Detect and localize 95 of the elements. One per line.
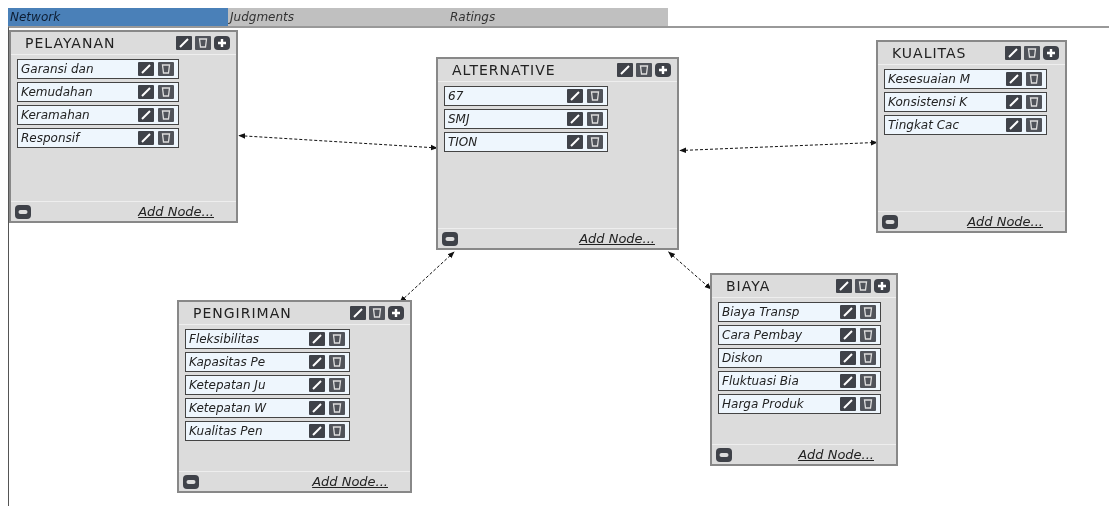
pencil-icon[interactable] <box>567 89 583 103</box>
trash-icon[interactable] <box>587 89 603 103</box>
pencil-icon[interactable] <box>309 355 325 369</box>
trash-icon[interactable] <box>369 306 385 320</box>
pencil-icon[interactable] <box>567 112 583 126</box>
tab[interactable]: Judgments <box>228 8 448 26</box>
trash-icon[interactable] <box>158 131 174 145</box>
link-arrow <box>668 251 712 290</box>
trash-icon[interactable] <box>329 424 345 438</box>
trash-icon[interactable] <box>636 63 652 77</box>
pencil-icon[interactable] <box>309 424 325 438</box>
pencil-icon[interactable] <box>1005 46 1021 60</box>
trash-icon[interactable] <box>195 36 211 50</box>
pencil-icon[interactable] <box>840 305 856 319</box>
trash-icon[interactable] <box>860 328 876 342</box>
pencil-icon[interactable] <box>840 351 856 365</box>
tab[interactable]: Ratings <box>448 8 668 26</box>
collapse-icon[interactable] <box>15 204 31 219</box>
add-node-link[interactable]: Add Node... <box>312 474 388 489</box>
trash-icon[interactable] <box>329 332 345 346</box>
pencil-icon[interactable] <box>840 328 856 342</box>
pencil-icon[interactable] <box>176 36 192 50</box>
pencil-icon[interactable] <box>309 332 325 346</box>
pencil-icon[interactable] <box>309 378 325 392</box>
node-item[interactable]: Konsistensi K <box>884 92 1047 112</box>
add-node-link[interactable]: Add Node... <box>579 231 655 246</box>
collapse-icon[interactable] <box>183 474 199 489</box>
node-item[interactable]: Cara Pembay <box>718 325 881 345</box>
trash-icon[interactable] <box>860 305 876 319</box>
node-item[interactable]: Ketepatan W <box>185 398 350 418</box>
plus-icon[interactable] <box>655 63 671 77</box>
trash-icon[interactable] <box>1026 95 1042 109</box>
pencil-icon[interactable] <box>1006 118 1022 132</box>
collapse-icon[interactable] <box>442 231 458 246</box>
plus-icon[interactable] <box>874 279 890 293</box>
node-item[interactable]: Kemudahan <box>17 82 179 102</box>
cluster-title: PELAYANAN <box>25 35 116 51</box>
node-item[interactable]: Tingkat Cac <box>884 115 1047 135</box>
node-item[interactable]: TION <box>444 132 608 152</box>
trash-icon[interactable] <box>860 374 876 388</box>
node-item[interactable]: Garansi dan <box>17 59 179 79</box>
pencil-icon[interactable] <box>138 62 154 76</box>
trash-icon[interactable] <box>860 397 876 411</box>
cluster-title: ALTERNATIVE <box>452 62 556 78</box>
pencil-icon[interactable] <box>1006 72 1022 86</box>
link-arrow <box>399 251 455 303</box>
tab[interactable]: Network <box>8 8 228 26</box>
pencil-icon[interactable] <box>1006 95 1022 109</box>
node-item[interactable]: Fleksibilitas <box>185 329 350 349</box>
add-node-link[interactable]: Add Node... <box>967 214 1043 229</box>
trash-icon[interactable] <box>329 401 345 415</box>
node-item[interactable]: Responsif <box>17 128 179 148</box>
pencil-icon[interactable] <box>617 63 633 77</box>
node-item[interactable]: Kapasitas Pe <box>185 352 350 372</box>
plus-icon[interactable] <box>214 36 230 50</box>
pencil-icon[interactable] <box>840 397 856 411</box>
plus-icon[interactable] <box>1043 46 1059 60</box>
pencil-icon[interactable] <box>350 306 366 320</box>
node-item[interactable]: Kesesuaian M <box>884 69 1047 89</box>
trash-icon[interactable] <box>1026 118 1042 132</box>
node-item[interactable]: Harga Produk <box>718 394 881 414</box>
trash-icon[interactable] <box>329 355 345 369</box>
trash-icon[interactable] <box>329 378 345 392</box>
pencil-icon[interactable] <box>138 108 154 122</box>
add-node-link[interactable]: Add Node... <box>138 204 214 219</box>
collapse-icon[interactable] <box>716 447 732 462</box>
node-item[interactable]: 67 <box>444 86 608 106</box>
node-item[interactable]: Ketepatan Ju <box>185 375 350 395</box>
node-item[interactable]: Fluktuasi Bia <box>718 371 881 391</box>
node-item[interactable]: Keramahan <box>17 105 179 125</box>
pencil-icon[interactable] <box>567 135 583 149</box>
cluster-title: PENGIRIMAN <box>193 305 292 321</box>
pencil-icon[interactable] <box>309 401 325 415</box>
pencil-icon[interactable] <box>138 131 154 145</box>
pencil-icon[interactable] <box>138 85 154 99</box>
trash-icon[interactable] <box>860 351 876 365</box>
trash-icon[interactable] <box>158 85 174 99</box>
node-item[interactable]: Biaya Transp <box>718 302 881 322</box>
trash-icon[interactable] <box>158 108 174 122</box>
pencil-icon[interactable] <box>836 279 852 293</box>
cluster-title: KUALITAS <box>892 45 967 61</box>
node-item[interactable]: Diskon <box>718 348 881 368</box>
plus-icon[interactable] <box>388 306 404 320</box>
add-node-link[interactable]: Add Node... <box>798 447 874 462</box>
trash-icon[interactable] <box>158 62 174 76</box>
trash-icon[interactable] <box>587 112 603 126</box>
node-item[interactable]: Kualitas Pen <box>185 421 350 441</box>
node-item[interactable]: SMJ <box>444 109 608 129</box>
trash-icon[interactable] <box>1026 72 1042 86</box>
trash-icon[interactable] <box>855 279 871 293</box>
collapse-icon[interactable] <box>882 214 898 229</box>
trash-icon[interactable] <box>1024 46 1040 60</box>
trash-icon[interactable] <box>587 135 603 149</box>
cluster-title: BIAYA <box>726 278 771 294</box>
pencil-icon[interactable] <box>840 374 856 388</box>
